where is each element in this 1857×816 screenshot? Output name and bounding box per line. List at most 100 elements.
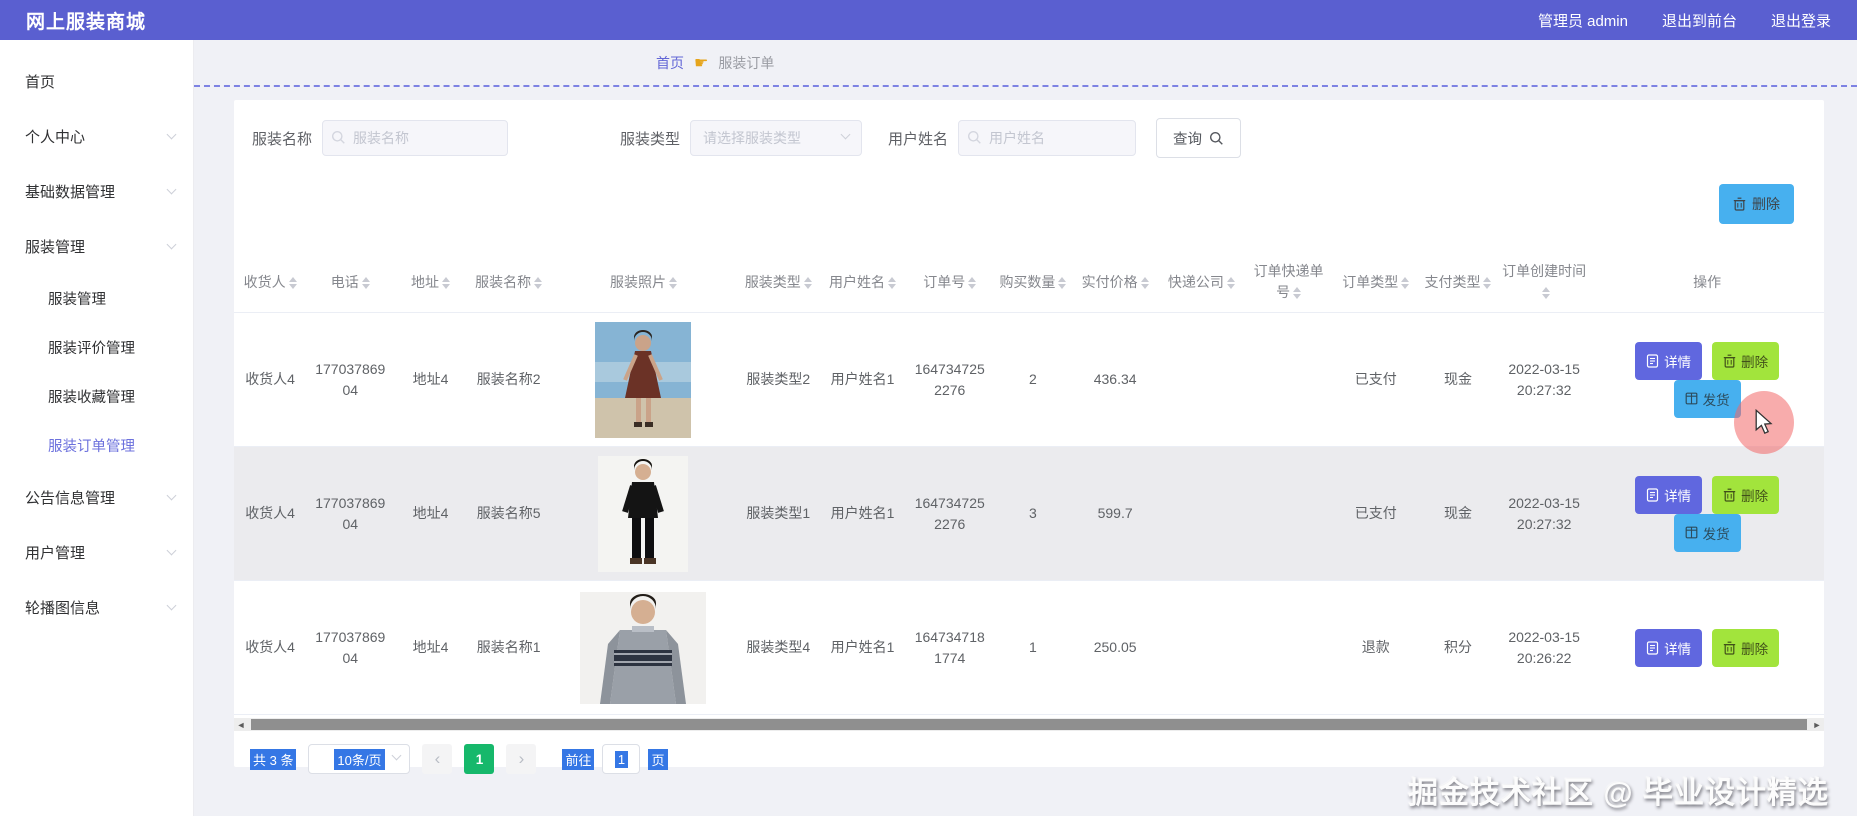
column-header-courier[interactable]: 快递公司 <box>1159 252 1244 313</box>
column-header-user_name[interactable]: 用户姓名 <box>820 252 905 313</box>
sort-caret-icon[interactable] <box>1058 276 1067 289</box>
next-page-button[interactable]: › <box>506 744 537 774</box>
column-header-pay_type[interactable]: 支付类型 <box>1417 252 1499 313</box>
sort-caret-icon[interactable] <box>1541 287 1550 300</box>
detail-button[interactable]: 详情 <box>1635 341 1703 380</box>
sidebar-item-9[interactable]: 用户管理 <box>0 525 193 580</box>
sidebar-item-4[interactable]: 服装管理 <box>0 274 193 323</box>
column-header-label: 快递公司 <box>1167 273 1224 290</box>
chevron-down-icon <box>166 184 177 195</box>
column-header-clothes_type[interactable]: 服装类型 <box>736 252 821 313</box>
column-header-tracking_no[interactable]: 订单快递单号 <box>1243 252 1334 313</box>
column-header-photo[interactable]: 服装照片 <box>550 252 737 313</box>
scroll-left-arrow-icon[interactable]: ◄ <box>234 718 248 731</box>
chevron-down-icon <box>166 129 177 140</box>
column-header-created[interactable]: 订单创建时间 <box>1498 252 1591 313</box>
column-header-actions: 操作 <box>1590 252 1824 313</box>
cell-courier <box>1159 446 1244 581</box>
cell-order_no: 1647347252276 <box>904 446 995 581</box>
column-header-consignee[interactable]: 收货人 <box>234 252 307 313</box>
column-header-order_type[interactable]: 订单类型 <box>1333 252 1418 313</box>
column-header-price[interactable]: 实付价格 <box>1071 252 1160 313</box>
sidebar-item-label: 基础数据管理 <box>25 184 116 201</box>
page-number-1[interactable]: 1 <box>464 744 495 774</box>
cell-order_no: 1647347252276 <box>904 312 995 447</box>
app-window: 网上服装商城 管理员 admin 退出到前台 退出登录 首页 个人中心 基础数据管理… <box>0 0 1857 816</box>
sidebar-item-10[interactable]: 轮播图信息 <box>0 580 193 635</box>
sort-caret-icon[interactable] <box>288 276 297 289</box>
goto-page-input[interactable]: 1 <box>602 744 641 774</box>
sort-caret-icon[interactable] <box>968 276 977 289</box>
chevron-down-icon <box>166 545 177 556</box>
sort-caret-icon[interactable] <box>441 276 450 289</box>
cell-tracking_no <box>1243 446 1334 581</box>
column-header-clothes_name[interactable]: 服装名称 <box>466 252 551 313</box>
search-icon <box>967 130 982 148</box>
clothes-photo-man-black <box>598 455 689 572</box>
sort-caret-icon[interactable] <box>534 276 543 289</box>
sidebar-item-3[interactable]: 服装管理 <box>0 219 193 274</box>
cell-courier <box>1159 580 1244 715</box>
page-size-select[interactable]: 10条/页 <box>308 744 411 774</box>
sidebar-menu: 首页 个人中心 基础数据管理 服装管理 服装管理 服装评价管理 服装收藏管理 服装订单管理 公告… <box>0 40 194 816</box>
sidebar-item-2[interactable]: 基础数据管理 <box>0 164 193 219</box>
batch-delete-button[interactable]: 删除 <box>1719 184 1794 224</box>
scroll-right-arrow-icon[interactable]: ► <box>1810 718 1824 731</box>
prev-page-button[interactable]: ‹ <box>422 744 453 774</box>
sidebar-item-1[interactable]: 个人中心 <box>0 109 193 164</box>
package-icon <box>1685 392 1698 405</box>
sort-caret-icon[interactable] <box>888 276 897 289</box>
sort-caret-icon[interactable] <box>1483 276 1492 289</box>
query-button[interactable]: 查询 <box>1156 118 1242 158</box>
package-icon <box>1685 526 1698 539</box>
remove-button[interactable]: 删除 <box>1712 628 1780 667</box>
cell-photo <box>550 312 737 447</box>
trash-icon <box>1723 354 1736 368</box>
sort-caret-icon[interactable] <box>1140 276 1149 289</box>
sort-caret-icon[interactable] <box>361 276 370 289</box>
column-header-address[interactable]: 地址 <box>394 252 467 313</box>
column-header-phone[interactable]: 电话 <box>306 252 395 313</box>
sidebar-item-8[interactable]: 公告信息管理 <box>0 470 193 525</box>
cell-actions: 详情 删除 发货 <box>1590 446 1824 581</box>
sort-caret-icon[interactable] <box>1401 276 1410 289</box>
column-header-order_no[interactable]: 订单号 <box>904 252 995 313</box>
sidebar-item-6[interactable]: 服装收藏管理 <box>0 372 193 421</box>
document-icon <box>1647 640 1659 655</box>
sort-caret-icon[interactable] <box>1226 276 1235 289</box>
breadcrumb-home-link[interactable]: 首页 <box>656 53 684 73</box>
filter-bar: 服装名称 服装类型 请选择服装类型 用户姓 <box>234 100 1824 158</box>
column-header-label: 订单类型 <box>1342 273 1399 290</box>
ship-button[interactable]: 发货 <box>1673 379 1741 418</box>
scrollbar-thumb[interactable] <box>251 719 1807 730</box>
user-name-input[interactable] <box>958 120 1137 156</box>
sidebar-item-label: 服装收藏管理 <box>48 390 135 406</box>
trash-icon <box>1723 488 1736 502</box>
sidebar-item-7[interactable]: 服装订单管理 <box>0 421 193 470</box>
sort-caret-icon[interactable] <box>668 276 677 289</box>
horizontal-scrollbar[interactable]: ◄ ► <box>234 718 1824 731</box>
cell-clothes_type: 服装类型2 <box>736 312 821 447</box>
clothes-name-input[interactable] <box>322 120 509 156</box>
user-name-label: 用户姓名 <box>888 130 949 148</box>
detail-button[interactable]: 详情 <box>1635 628 1703 667</box>
sidebar-item-5[interactable]: 服装评价管理 <box>0 323 193 372</box>
logout-link[interactable]: 退出登录 <box>1771 10 1831 31</box>
sort-caret-icon[interactable] <box>803 276 812 289</box>
sidebar-item-label: 首页 <box>25 74 56 91</box>
detail-button[interactable]: 详情 <box>1635 475 1703 514</box>
column-header-quantity[interactable]: 购买数量 <box>994 252 1072 313</box>
ship-button[interactable]: 发货 <box>1673 513 1741 552</box>
admin-user-label[interactable]: 管理员 admin <box>1538 10 1628 31</box>
sidebar-item-0[interactable]: 首页 <box>0 54 193 109</box>
remove-button[interactable]: 删除 <box>1712 475 1780 514</box>
clothes-type-select[interactable]: 请选择服装类型 <box>690 120 863 156</box>
cell-address: 地址4 <box>394 312 467 447</box>
cell-clothes_name: 服装名称1 <box>466 580 551 715</box>
remove-button[interactable]: 删除 <box>1712 341 1780 380</box>
exit-to-front-link[interactable]: 退出到前台 <box>1662 10 1737 31</box>
sort-caret-icon[interactable] <box>1293 287 1302 300</box>
cell-consignee: 收货人4 <box>234 580 307 715</box>
trash-icon <box>1733 197 1746 211</box>
page-unit-label: 页 <box>648 748 668 770</box>
